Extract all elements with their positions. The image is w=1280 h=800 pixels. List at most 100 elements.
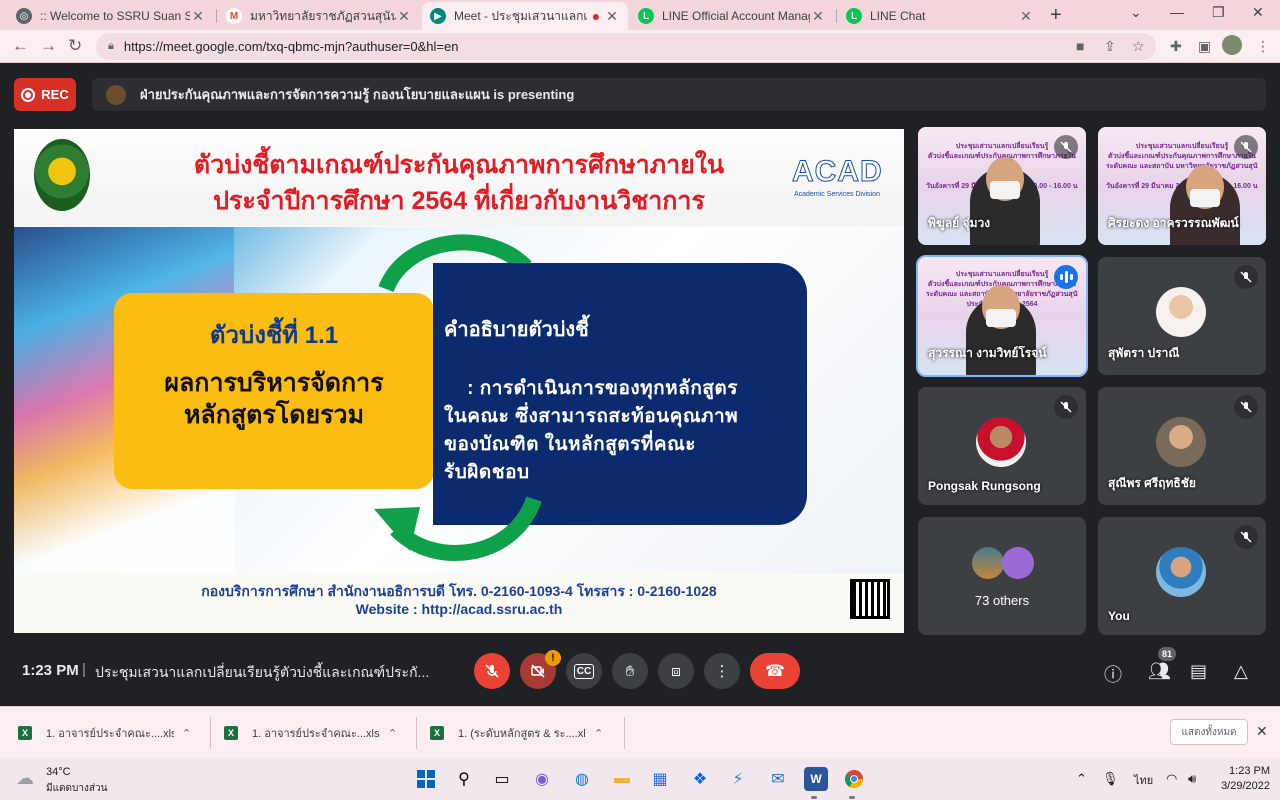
weather-temperature[interactable]: 34°C bbox=[46, 766, 71, 778]
chrome-icon[interactable] bbox=[842, 767, 866, 791]
chevron-up-icon[interactable]: ⌃ bbox=[594, 727, 603, 740]
task-view-icon[interactable]: ▭ bbox=[490, 767, 514, 791]
recording-button[interactable]: REC bbox=[14, 78, 76, 111]
vpn-app-icon[interactable]: ⚡︎ bbox=[726, 767, 750, 791]
url-input[interactable]: 🔒︎ https://meet.google.com/txq-qbmc-mjn?… bbox=[96, 33, 1156, 60]
participant-tile[interactable]: ประชุมเสวนาแลกเปลี่ยนเรียนรู้ ตัวบ่งชี้แ… bbox=[916, 255, 1088, 377]
bookmark-star-icon[interactable]: ☆ bbox=[1132, 38, 1145, 55]
tab-ssru[interactable]: ◎ :: Welcome to SSRU Suan Sunandha ✕ bbox=[8, 2, 214, 30]
tab-mail[interactable]: M มหาวิทยาลัยราชภัฏสวนสุนันทา Mail ✕ bbox=[218, 2, 420, 30]
side-panel-icon[interactable]: ▣ bbox=[1198, 38, 1211, 55]
participant-avatar bbox=[976, 417, 1026, 467]
mic-off-icon bbox=[1234, 135, 1258, 159]
description-line: ของบัณฑิต ในหลักสูตรที่คณะ bbox=[444, 434, 696, 455]
restore-icon[interactable]: ❐ bbox=[1212, 4, 1225, 21]
excel-file-icon: X bbox=[18, 726, 32, 740]
raise-hand-button[interactable]: ✋︎ bbox=[612, 653, 648, 689]
download-item[interactable]: X 1. อาจารย์ประจำคณะ...xlsx ⌃ bbox=[224, 715, 397, 751]
acad-subtitle: Academic Services Division bbox=[794, 191, 880, 198]
participant-tile[interactable]: สุพัตรา ปราณี bbox=[1098, 257, 1266, 375]
people-icon[interactable]: 👥︎ bbox=[1148, 661, 1171, 682]
participant-tile[interactable]: สุณีพร ศรีฤทธิชัย bbox=[1098, 387, 1266, 505]
more-options-button[interactable]: ⋮ bbox=[704, 653, 740, 689]
close-icon[interactable]: ✕ bbox=[396, 8, 412, 25]
excel-file-icon: X bbox=[224, 726, 238, 740]
close-icon[interactable]: ✕ bbox=[604, 8, 620, 25]
acad-logo: ACAD bbox=[792, 155, 883, 189]
indicator-number: ตัวบ่งชี้ที่ 1.1 bbox=[209, 322, 339, 349]
store-icon[interactable]: ▦ bbox=[648, 767, 672, 791]
activities-icon[interactable]: △ bbox=[1234, 661, 1248, 682]
chevron-up-icon[interactable]: ⌃ bbox=[182, 727, 191, 740]
more-vert-icon: ⋮ bbox=[714, 663, 730, 680]
warning-badge: ! bbox=[545, 650, 561, 666]
mic-off-icon bbox=[485, 664, 499, 678]
meeting-title: ประชุมเสวนาแลกเปลี่ยนเรียนรู้ตัวบ่งชี้แล… bbox=[95, 664, 430, 680]
leave-call-button[interactable]: ☎︎ bbox=[750, 653, 800, 689]
participant-tile[interactable]: ประชุมเสวนาแลกเปลี่ยนเรียนรู้ ตัวบ่งชี้แ… bbox=[1098, 127, 1266, 245]
lock-icon[interactable]: 🔒︎ bbox=[108, 40, 114, 53]
download-item[interactable]: X 1. (ระดับหลักสูตร & ระ....xls ⌃ bbox=[430, 715, 603, 751]
chat-icon[interactable]: ▤ bbox=[1190, 661, 1207, 682]
present-button[interactable]: ⧈ bbox=[658, 653, 694, 689]
start-icon[interactable] bbox=[414, 767, 438, 791]
microphone-icon[interactable]: 🎙︎ bbox=[1102, 771, 1119, 787]
windows-taskbar: ☁ 34°C มีแดดบางส่วน ⚲ ▭ ◉ ◍ ▬ ▦ ❖ ⚡︎ ✉ W… bbox=[0, 758, 1280, 800]
reload-icon[interactable]: ↻ bbox=[68, 36, 82, 56]
edge-icon[interactable]: ◍ bbox=[570, 767, 594, 791]
camera-in-use-icon[interactable]: ■ bbox=[1076, 38, 1084, 54]
new-tab-button[interactable]: + bbox=[1050, 4, 1062, 27]
show-all-downloads-button[interactable]: แสดงทั้งหมด bbox=[1170, 719, 1248, 745]
tab-line-oa[interactable]: L LINE Official Account Manager ✕ bbox=[630, 2, 834, 30]
meet-stage: REC ฝ่ายประกันคุณภาพและการจัดการความรู้ … bbox=[0, 63, 1280, 706]
tab-search-icon[interactable]: ⌄ bbox=[1130, 4, 1142, 21]
downloads-bar: X 1. อาจารย์ประจำคณะ....xlsx ⌃ X 1. อาจา… bbox=[0, 706, 1280, 758]
close-icon[interactable]: ✕ bbox=[1256, 723, 1268, 740]
weather-description[interactable]: มีแดดบางส่วน bbox=[46, 781, 107, 796]
participant-avatar bbox=[972, 547, 1004, 579]
browser-menu-icon[interactable]: ⋮ bbox=[1256, 38, 1270, 55]
presentation-slide: ตัวบ่งชี้ตามเกณฑ์ประกันคุณภาพการศึกษาภาย… bbox=[14, 129, 904, 633]
others-tile[interactable]: 73 others bbox=[918, 517, 1086, 635]
share-icon[interactable]: ⇪ bbox=[1104, 38, 1116, 55]
self-tile[interactable]: You bbox=[1098, 517, 1266, 635]
file-explorer-icon[interactable]: ▬ bbox=[610, 767, 634, 791]
weather-cloud-icon[interactable]: ☁ bbox=[16, 768, 34, 789]
wifi-icon[interactable]: ◠ bbox=[1166, 771, 1177, 787]
teams-chat-icon[interactable]: ◉ bbox=[530, 767, 554, 791]
participant-tile[interactable]: ประชุมเสวนาแลกเปลี่ยนเรียนรู้ ตัวบ่งชี้แ… bbox=[918, 127, 1086, 245]
word-icon[interactable]: W bbox=[804, 767, 828, 791]
cycle-arrow-bottom-icon bbox=[374, 496, 542, 561]
participant-tile[interactable]: Pongsak Rungsong bbox=[918, 387, 1086, 505]
forward-icon[interactable]: → bbox=[40, 36, 57, 56]
description-line: : การดำเนินการของทุกหลักสูตร bbox=[444, 378, 738, 399]
window-close-icon[interactable]: ✕ bbox=[1252, 4, 1264, 21]
footer-website: Website : http://acad.ssru.ac.th bbox=[355, 601, 563, 617]
participant-avatar bbox=[1156, 417, 1206, 467]
extensions-icon[interactable]: ✚ bbox=[1170, 38, 1182, 55]
tab-meet[interactable]: ▶ Meet - ประชุมเสวนาแลกเปลี่ยน ● ✕ bbox=[422, 2, 628, 30]
minimize-icon[interactable]: — bbox=[1170, 4, 1184, 20]
download-item[interactable]: X 1. อาจารย์ประจำคณะ....xlsx ⌃ bbox=[18, 715, 191, 751]
mic-toggle-button[interactable] bbox=[474, 653, 510, 689]
dropbox-icon[interactable]: ❖ bbox=[688, 767, 712, 791]
indicator-name-line2: หลักสูตรโดยรวม bbox=[183, 401, 365, 429]
tab-line-chat[interactable]: L LINE Chat ✕ bbox=[838, 2, 1042, 30]
close-icon[interactable]: ✕ bbox=[810, 8, 826, 25]
chevron-up-icon[interactable]: ⌃ bbox=[388, 727, 397, 740]
profile-avatar[interactable] bbox=[1222, 35, 1242, 55]
taskbar-date[interactable]: 3/29/2022 bbox=[1210, 780, 1270, 792]
meeting-details-icon[interactable]: ⓘ bbox=[1104, 661, 1122, 687]
taskbar-time[interactable]: 1:23 PM bbox=[1220, 765, 1270, 777]
mic-off-icon bbox=[1054, 395, 1078, 419]
search-icon[interactable]: ⚲ bbox=[452, 767, 476, 791]
input-language[interactable]: ไทย bbox=[1134, 771, 1153, 789]
mail-icon[interactable]: ✉ bbox=[766, 767, 790, 791]
volume-icon[interactable]: 🔊︎ bbox=[1188, 771, 1196, 787]
back-icon[interactable]: ← bbox=[12, 36, 29, 56]
chevron-up-icon[interactable]: ⌃ bbox=[1076, 771, 1087, 787]
close-icon[interactable]: ✕ bbox=[190, 8, 206, 25]
close-icon[interactable]: ✕ bbox=[1018, 8, 1034, 25]
mic-off-icon bbox=[1234, 395, 1258, 419]
captions-button[interactable]: CC bbox=[566, 653, 602, 689]
